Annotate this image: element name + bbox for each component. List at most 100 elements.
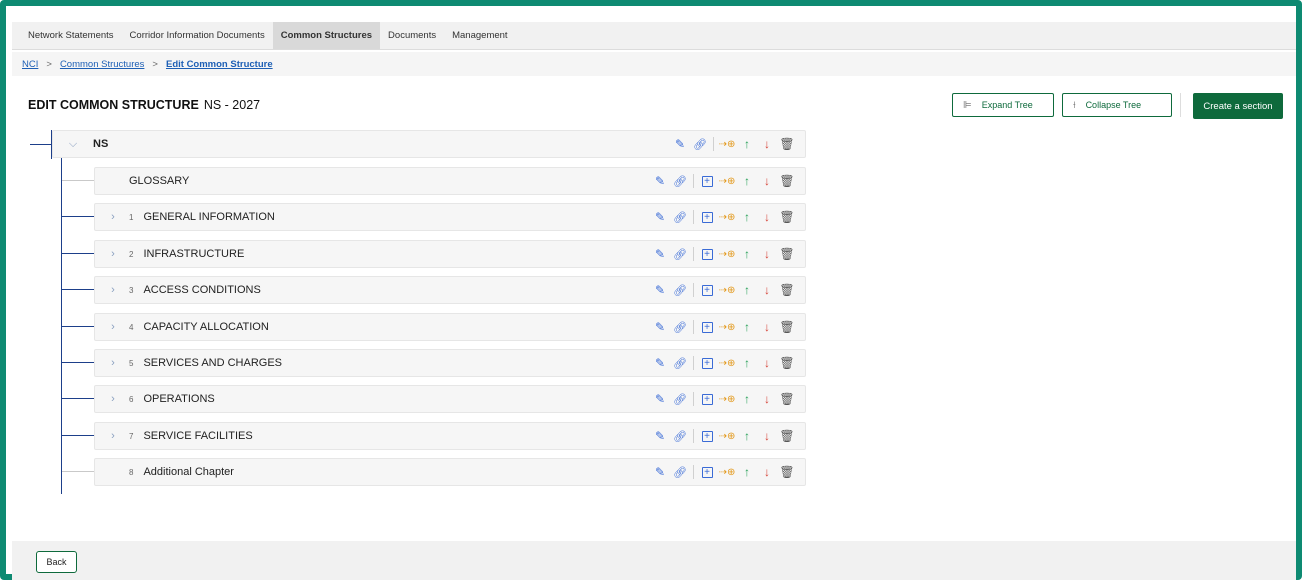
edit-icon[interactable]: ✎ bbox=[670, 135, 690, 153]
move-icon[interactable]: ⇢⊕ bbox=[717, 427, 737, 445]
move-down-icon[interactable]: ↓ bbox=[757, 245, 777, 263]
tab-common-structures[interactable]: Common Structures bbox=[272, 22, 381, 49]
chevron-down-icon[interactable]: ⌵ bbox=[53, 138, 93, 151]
move-icon[interactable]: ⇢⊕ bbox=[717, 281, 737, 299]
link-icon[interactable]: 🔗︎ bbox=[670, 245, 690, 263]
link-icon[interactable]: 🔗︎ bbox=[670, 208, 690, 226]
delete-icon[interactable]: 🗑︎ bbox=[777, 463, 797, 481]
move-down-icon[interactable]: ↓ bbox=[757, 354, 777, 372]
breadcrumb-common-structures[interactable]: Common Structures bbox=[60, 59, 144, 70]
breadcrumb-nci[interactable]: NCI bbox=[22, 59, 38, 70]
link-icon[interactable]: 🔗︎ bbox=[670, 463, 690, 481]
tree-node[interactable]: › 7 SERVICE FACILITIES ✎ 🔗︎ + ⇢⊕ ↑ ↓ 🗑︎ bbox=[94, 422, 806, 450]
move-icon[interactable]: ⇢⊕ bbox=[717, 135, 737, 153]
tree-node[interactable]: › 2 INFRASTRUCTURE ✎ 🔗︎ + ⇢⊕ ↑ ↓ 🗑︎ bbox=[94, 240, 806, 268]
move-up-icon[interactable]: ↑ bbox=[737, 172, 757, 190]
link-icon[interactable]: 🔗︎ bbox=[670, 390, 690, 408]
link-icon[interactable]: 🔗︎ bbox=[670, 281, 690, 299]
chevron-right-icon[interactable]: › bbox=[101, 321, 125, 333]
move-up-icon[interactable]: ↑ bbox=[737, 135, 757, 153]
tree-node[interactable]: › 3 ACCESS CONDITIONS ✎ 🔗︎ + ⇢⊕ ↑ ↓ 🗑︎ bbox=[94, 276, 806, 304]
delete-icon[interactable]: 🗑︎ bbox=[777, 354, 797, 372]
edit-icon[interactable]: ✎ bbox=[650, 318, 670, 336]
chevron-right-icon[interactable]: › bbox=[101, 357, 125, 369]
collapse-tree-button[interactable]: ⟊ Collapse Tree bbox=[1062, 93, 1172, 117]
move-up-icon[interactable]: ↑ bbox=[737, 318, 757, 336]
move-down-icon[interactable]: ↓ bbox=[757, 390, 777, 408]
move-icon[interactable]: ⇢⊕ bbox=[717, 354, 737, 372]
move-up-icon[interactable]: ↑ bbox=[737, 245, 757, 263]
delete-icon[interactable]: 🗑︎ bbox=[777, 135, 797, 153]
tree-root-node[interactable]: ⌵ NS ✎ 🔗︎ ⇢⊕ ↑ ↓ 🗑︎ bbox=[52, 130, 806, 158]
add-subsection-icon[interactable]: + bbox=[697, 208, 717, 226]
move-up-icon[interactable]: ↑ bbox=[737, 390, 757, 408]
move-up-icon[interactable]: ↑ bbox=[737, 208, 757, 226]
move-icon[interactable]: ⇢⊕ bbox=[717, 390, 737, 408]
delete-icon[interactable]: 🗑︎ bbox=[777, 318, 797, 336]
move-down-icon[interactable]: ↓ bbox=[757, 208, 777, 226]
move-up-icon[interactable]: ↑ bbox=[737, 427, 757, 445]
link-icon[interactable]: 🔗︎ bbox=[670, 427, 690, 445]
link-icon[interactable]: 🔗︎ bbox=[690, 135, 710, 153]
delete-icon[interactable]: 🗑︎ bbox=[777, 208, 797, 226]
add-subsection-icon[interactable]: + bbox=[697, 427, 717, 445]
edit-icon[interactable]: ✎ bbox=[650, 463, 670, 481]
edit-icon[interactable]: ✎ bbox=[650, 208, 670, 226]
edit-icon[interactable]: ✎ bbox=[650, 390, 670, 408]
back-button[interactable]: Back bbox=[36, 551, 77, 573]
move-down-icon[interactable]: ↓ bbox=[757, 135, 777, 153]
create-section-button[interactable]: Create a section bbox=[1193, 93, 1283, 119]
move-down-icon[interactable]: ↓ bbox=[757, 172, 777, 190]
add-subsection-icon[interactable]: + bbox=[697, 390, 717, 408]
link-icon[interactable]: 🔗︎ bbox=[670, 354, 690, 372]
tree-node[interactable]: › 4 CAPACITY ALLOCATION ✎ 🔗︎ + ⇢⊕ ↑ ↓ 🗑︎ bbox=[94, 313, 806, 341]
move-down-icon[interactable]: ↓ bbox=[757, 281, 777, 299]
edit-icon[interactable]: ✎ bbox=[650, 172, 670, 190]
delete-icon[interactable]: 🗑︎ bbox=[777, 281, 797, 299]
add-subsection-icon[interactable]: + bbox=[697, 172, 717, 190]
link-icon[interactable]: 🔗︎ bbox=[670, 172, 690, 190]
tree-node[interactable]: › 5 SERVICES AND CHARGES ✎ 🔗︎ + ⇢⊕ ↑ ↓ 🗑︎ bbox=[94, 349, 806, 377]
move-up-icon[interactable]: ↑ bbox=[737, 281, 757, 299]
add-subsection-icon[interactable]: + bbox=[697, 245, 717, 263]
move-up-icon[interactable]: ↑ bbox=[737, 463, 757, 481]
move-icon[interactable]: ⇢⊕ bbox=[717, 208, 737, 226]
delete-icon[interactable]: 🗑︎ bbox=[777, 390, 797, 408]
chevron-right-icon[interactable]: › bbox=[101, 211, 125, 223]
move-icon[interactable]: ⇢⊕ bbox=[717, 172, 737, 190]
move-down-icon[interactable]: ↓ bbox=[757, 318, 777, 336]
tab-corridor-information-documents[interactable]: Corridor Information Documents bbox=[122, 22, 273, 49]
add-subsection-icon[interactable]: + bbox=[697, 354, 717, 372]
chevron-right-icon[interactable]: › bbox=[101, 248, 125, 260]
header-divider bbox=[1180, 93, 1181, 117]
expand-tree-button[interactable]: ⊫ Expand Tree bbox=[952, 93, 1054, 117]
link-icon[interactable]: 🔗︎ bbox=[670, 318, 690, 336]
edit-icon[interactable]: ✎ bbox=[650, 281, 670, 299]
move-down-icon[interactable]: ↓ bbox=[757, 463, 777, 481]
tab-network-statements[interactable]: Network Statements bbox=[20, 22, 122, 49]
move-icon[interactable]: ⇢⊕ bbox=[717, 245, 737, 263]
add-subsection-icon[interactable]: + bbox=[697, 318, 717, 336]
chevron-right-icon[interactable]: › bbox=[101, 430, 125, 442]
edit-icon[interactable]: ✎ bbox=[650, 245, 670, 263]
tab-documents[interactable]: Documents bbox=[380, 22, 444, 49]
add-subsection-icon[interactable]: + bbox=[697, 281, 717, 299]
chevron-right-icon[interactable]: › bbox=[101, 284, 125, 296]
edit-icon[interactable]: ✎ bbox=[650, 427, 670, 445]
move-up-icon[interactable]: ↑ bbox=[737, 354, 757, 372]
delete-icon[interactable]: 🗑︎ bbox=[777, 172, 797, 190]
chevron-right-icon[interactable]: › bbox=[101, 393, 125, 405]
tree-node[interactable]: › 1 GENERAL INFORMATION ✎ 🔗︎ + ⇢⊕ ↑ ↓ 🗑︎ bbox=[94, 203, 806, 231]
tree-node[interactable]: GLOSSARY ✎ 🔗︎ + ⇢⊕ ↑ ↓ 🗑︎ bbox=[94, 167, 806, 195]
delete-icon[interactable]: 🗑︎ bbox=[777, 245, 797, 263]
tree-node[interactable]: › 6 OPERATIONS ✎ 🔗︎ + ⇢⊕ ↑ ↓ 🗑︎ bbox=[94, 385, 806, 413]
move-down-icon[interactable]: ↓ bbox=[757, 427, 777, 445]
tree-node[interactable]: 8 Additional Chapter ✎ 🔗︎ + ⇢⊕ ↑ ↓ 🗑︎ bbox=[94, 458, 806, 486]
breadcrumb-edit-common-structure[interactable]: Edit Common Structure bbox=[166, 59, 273, 70]
tab-management[interactable]: Management bbox=[444, 22, 515, 49]
edit-icon[interactable]: ✎ bbox=[650, 354, 670, 372]
move-icon[interactable]: ⇢⊕ bbox=[717, 463, 737, 481]
delete-icon[interactable]: 🗑︎ bbox=[777, 427, 797, 445]
add-subsection-icon[interactable]: + bbox=[697, 463, 717, 481]
move-icon[interactable]: ⇢⊕ bbox=[717, 318, 737, 336]
